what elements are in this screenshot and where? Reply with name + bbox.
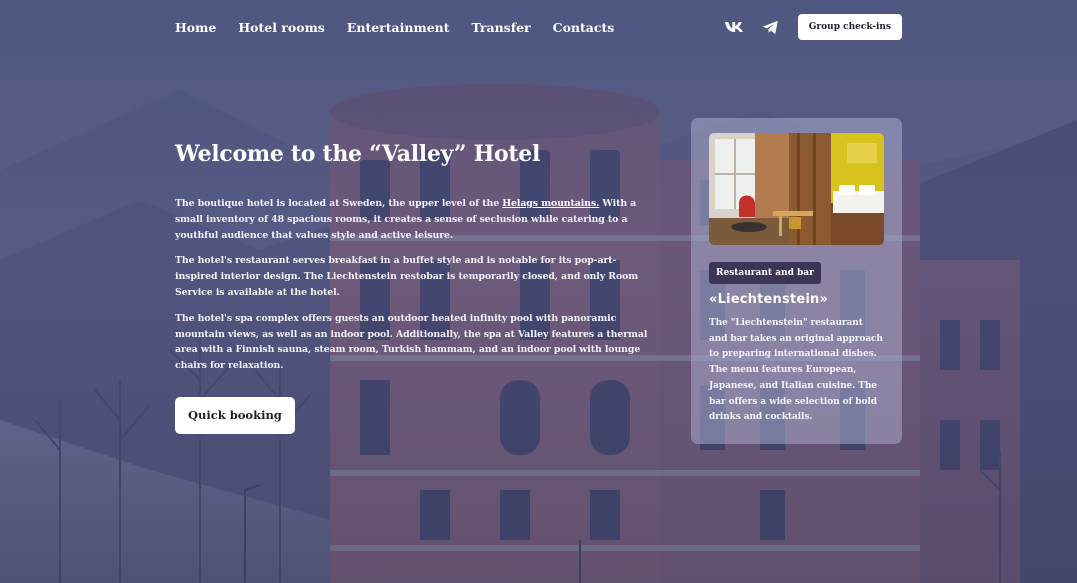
vk-icon[interactable] [724,19,744,35]
restaurant-card[interactable]: Restaurant and bar «Liechtenstein» The "… [691,118,902,444]
hero-paragraph-location: The boutique hotel is located at Sweden,… [175,196,655,243]
card-title: «Liechtenstein» [709,292,829,307]
hero-paragraph-restaurant: The hotel's restaurant serves breakfast … [175,255,639,298]
card-description: The "Liechtenstein" restaurant and bar t… [709,318,883,423]
group-check-ins-button[interactable]: Group check-ins [797,14,902,40]
telegram-icon[interactable] [761,19,781,35]
nav-entertainment-link[interactable]: Entertainment [347,20,450,35]
header-actions: Group check-ins [724,14,902,40]
nav-hotel-rooms-link[interactable]: Hotel rooms [238,20,325,35]
category-badge: Restaurant and bar [709,262,821,284]
helags-mountains-link[interactable]: Helags mountains. [502,198,599,209]
hero-section: Welcome to the “Valley” Hotel The boutiq… [175,140,655,434]
restaurant-photo [709,133,884,245]
top-navigation: Home Hotel rooms Entertainment Transfer … [175,14,902,40]
page-title: Welcome to the “Valley” Hotel [175,141,541,167]
nav-home-link[interactable]: Home [175,20,216,35]
hero-paragraph-spa: The hotel's spa complex offers guests an… [175,312,648,372]
nav-contacts-link[interactable]: Contacts [553,20,615,35]
quick-booking-button[interactable]: Quick booking [175,396,295,434]
nav-transfer-link[interactable]: Transfer [472,20,531,35]
hero-p1-text-start: The boutique hotel is located at Sweden,… [175,198,503,209]
main-menu: Home Hotel rooms Entertainment Transfer … [175,20,614,35]
